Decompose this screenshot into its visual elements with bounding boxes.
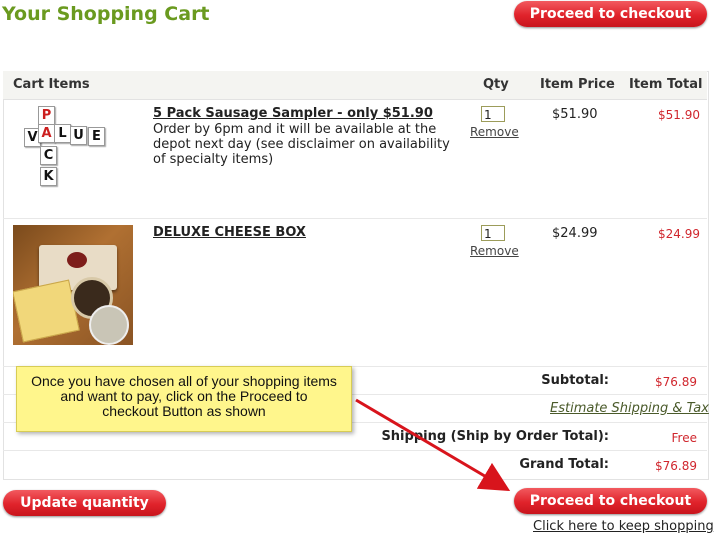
- callout-line: checkout Button as shown: [102, 403, 266, 419]
- callout-line: and want to pay, click on the Proceed to: [60, 388, 308, 404]
- arrow-line: [355, 398, 511, 492]
- callout-line: Once you have chosen all of your shoppin…: [31, 373, 337, 389]
- instruction-callout: Once you have chosen all of your shoppin…: [16, 366, 352, 432]
- annotation-arrow: [355, 398, 511, 492]
